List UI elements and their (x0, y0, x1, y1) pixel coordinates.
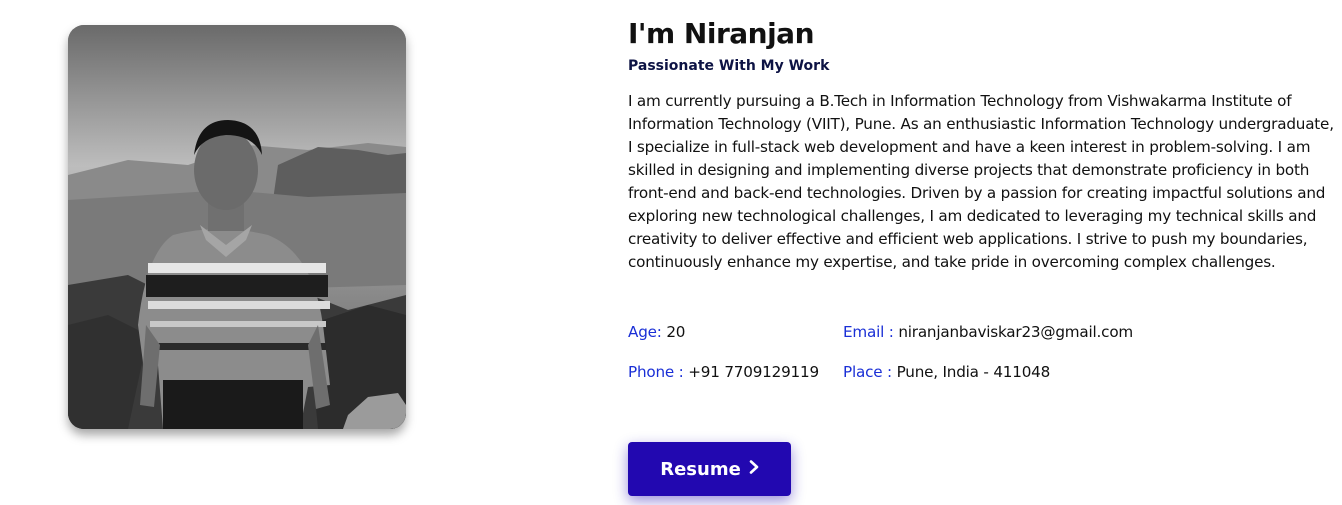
tagline: Passionate With My Work (628, 58, 830, 74)
resume-button[interactable]: Resume (628, 442, 791, 496)
about-content: I'm Niranjan Passionate With My Work I a… (628, 16, 1336, 274)
age-value: 20 (666, 323, 686, 341)
personal-info: Age: 20 Email : niranjanbaviskar23@gmail… (628, 320, 1336, 400)
place-value: Pune, India - 411048 (896, 363, 1051, 381)
profile-photo-image (68, 25, 406, 429)
info-row-age-email: Age: 20 Email : niranjanbaviskar23@gmail… (628, 320, 1336, 360)
email-label: Email : (843, 323, 894, 341)
email-info: Email : niranjanbaviskar23@gmail.com (843, 323, 1133, 341)
bio-paragraph: I am currently pursuing a B.Tech in Info… (628, 92, 1334, 271)
profile-photo (68, 25, 406, 429)
phone-value: +91 7709129119 (688, 363, 819, 381)
about-section: I'm Niranjan Passionate With My Work I a… (0, 0, 1342, 505)
age-info: Age: 20 (628, 323, 685, 341)
email-value: niranjanbaviskar23@gmail.com (898, 323, 1134, 341)
resume-button-label: Resume (660, 458, 741, 480)
page-title: I'm Niranjan (628, 17, 815, 50)
info-row-phone-place: Phone : +91 7709129119 Place : Pune, Ind… (628, 360, 1336, 400)
phone-label: Phone : (628, 363, 684, 381)
place-label: Place : (843, 363, 892, 381)
place-info: Place : Pune, India - 411048 (843, 363, 1050, 381)
chevron-right-icon (749, 460, 759, 478)
age-label: Age: (628, 323, 662, 341)
phone-info: Phone : +91 7709129119 (628, 363, 819, 381)
